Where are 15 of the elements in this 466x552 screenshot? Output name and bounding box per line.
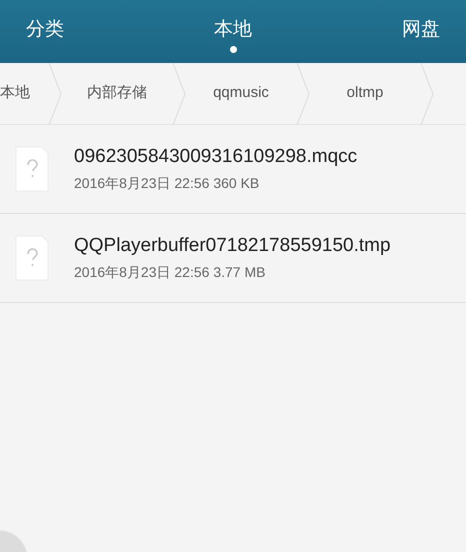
file-row[interactable]: 0962305843009316109298.mqcc 2016年8月23日 22:56 360 KB — [0, 125, 466, 214]
unknown-file-icon — [14, 145, 50, 193]
file-name: 0962305843009316109298.mqcc — [74, 144, 358, 168]
file-meta: 2016年8月23日 22:56 3.77 MB — [74, 262, 266, 282]
breadcrumb-item[interactable]: oltmp — [310, 63, 420, 124]
tab[interactable]: 分类 — [26, 18, 64, 53]
tab[interactable]: 网盘 — [402, 18, 440, 53]
file-meta: 2016年8月23日 22:56 360 KB — [74, 174, 260, 192]
breadcrumb-item[interactable]: 内部存储 — [62, 63, 172, 124]
tab[interactable]: 本地 — [214, 18, 252, 53]
breadcrumb-item[interactable]: qqmusic — [186, 63, 296, 124]
unknown-file-icon — [14, 234, 50, 282]
breadcrumb-item[interactable]: 本地 — [0, 63, 48, 124]
file-row[interactable]: QQPlayerbuffer07182178559150.tmp 2016年8月23日 22:56 3.77 MB — [0, 214, 466, 303]
file-name: QQPlayerbuffer07182178559150.tmp — [74, 234, 391, 258]
